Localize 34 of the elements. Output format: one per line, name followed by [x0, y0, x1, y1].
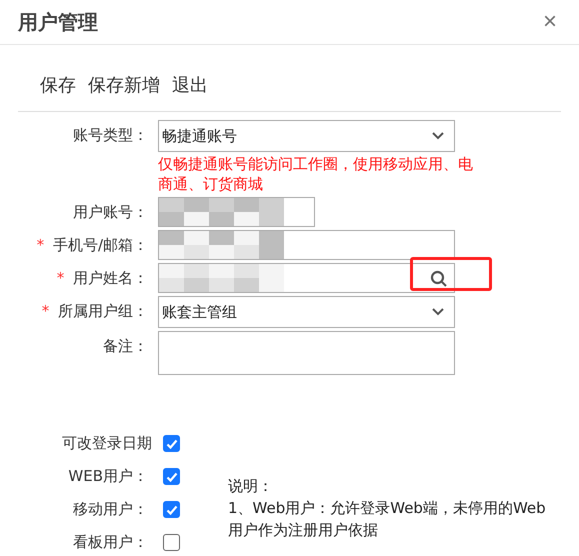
close-button[interactable]: ×: [542, 10, 557, 34]
checkbox[interactable]: [163, 468, 180, 485]
dropdown[interactable]: 账套主管组: [158, 296, 455, 328]
option-label: WEB用户：: [67, 467, 148, 486]
checkbox[interactable]: [163, 534, 180, 551]
field-label: 手机号/邮箱：: [52, 236, 148, 254]
toolbar-button[interactable]: 退出: [172, 73, 208, 97]
dropdown[interactable]: 畅捷通账号: [158, 120, 455, 152]
field-label: 账号类型：: [73, 126, 148, 144]
option-label: 看板用户：: [72, 533, 148, 552]
field-label: 备注：: [103, 337, 148, 355]
required-mark: *: [56, 269, 64, 287]
notes-field[interactable]: [158, 331, 455, 375]
search-icon[interactable]: [430, 270, 448, 288]
option-label: 可改登录日期: [61, 434, 152, 453]
checkbox[interactable]: [163, 435, 180, 452]
toolbar-button[interactable]: 保存: [40, 73, 76, 97]
input-field[interactable]: [158, 230, 455, 260]
toolbar-button[interactable]: 保存新增: [88, 73, 160, 97]
input-field[interactable]: [158, 263, 455, 293]
chevron-down-icon: [432, 132, 444, 140]
required-mark: *: [42, 302, 50, 320]
field-label: 所属用户组：: [58, 302, 148, 320]
checkbox[interactable]: [163, 501, 180, 518]
option-label: 移动用户：: [72, 500, 148, 519]
window-title: 用户管理: [18, 8, 98, 36]
hint-text: 仅畅捷通账号能访问工作圈，使用移动应用、电商通、订货商城: [158, 154, 474, 194]
input-field[interactable]: [158, 197, 315, 227]
required-mark: *: [36, 236, 44, 254]
note-text: 1、Web用户：允许登录Web端，未停用的Web用户作为注册用户依据: [228, 498, 547, 541]
chevron-down-icon: [432, 308, 444, 316]
field-label: 用户账号：: [73, 203, 148, 221]
field-label: 用户姓名：: [73, 269, 148, 287]
note-heading: 说明：: [228, 476, 274, 497]
